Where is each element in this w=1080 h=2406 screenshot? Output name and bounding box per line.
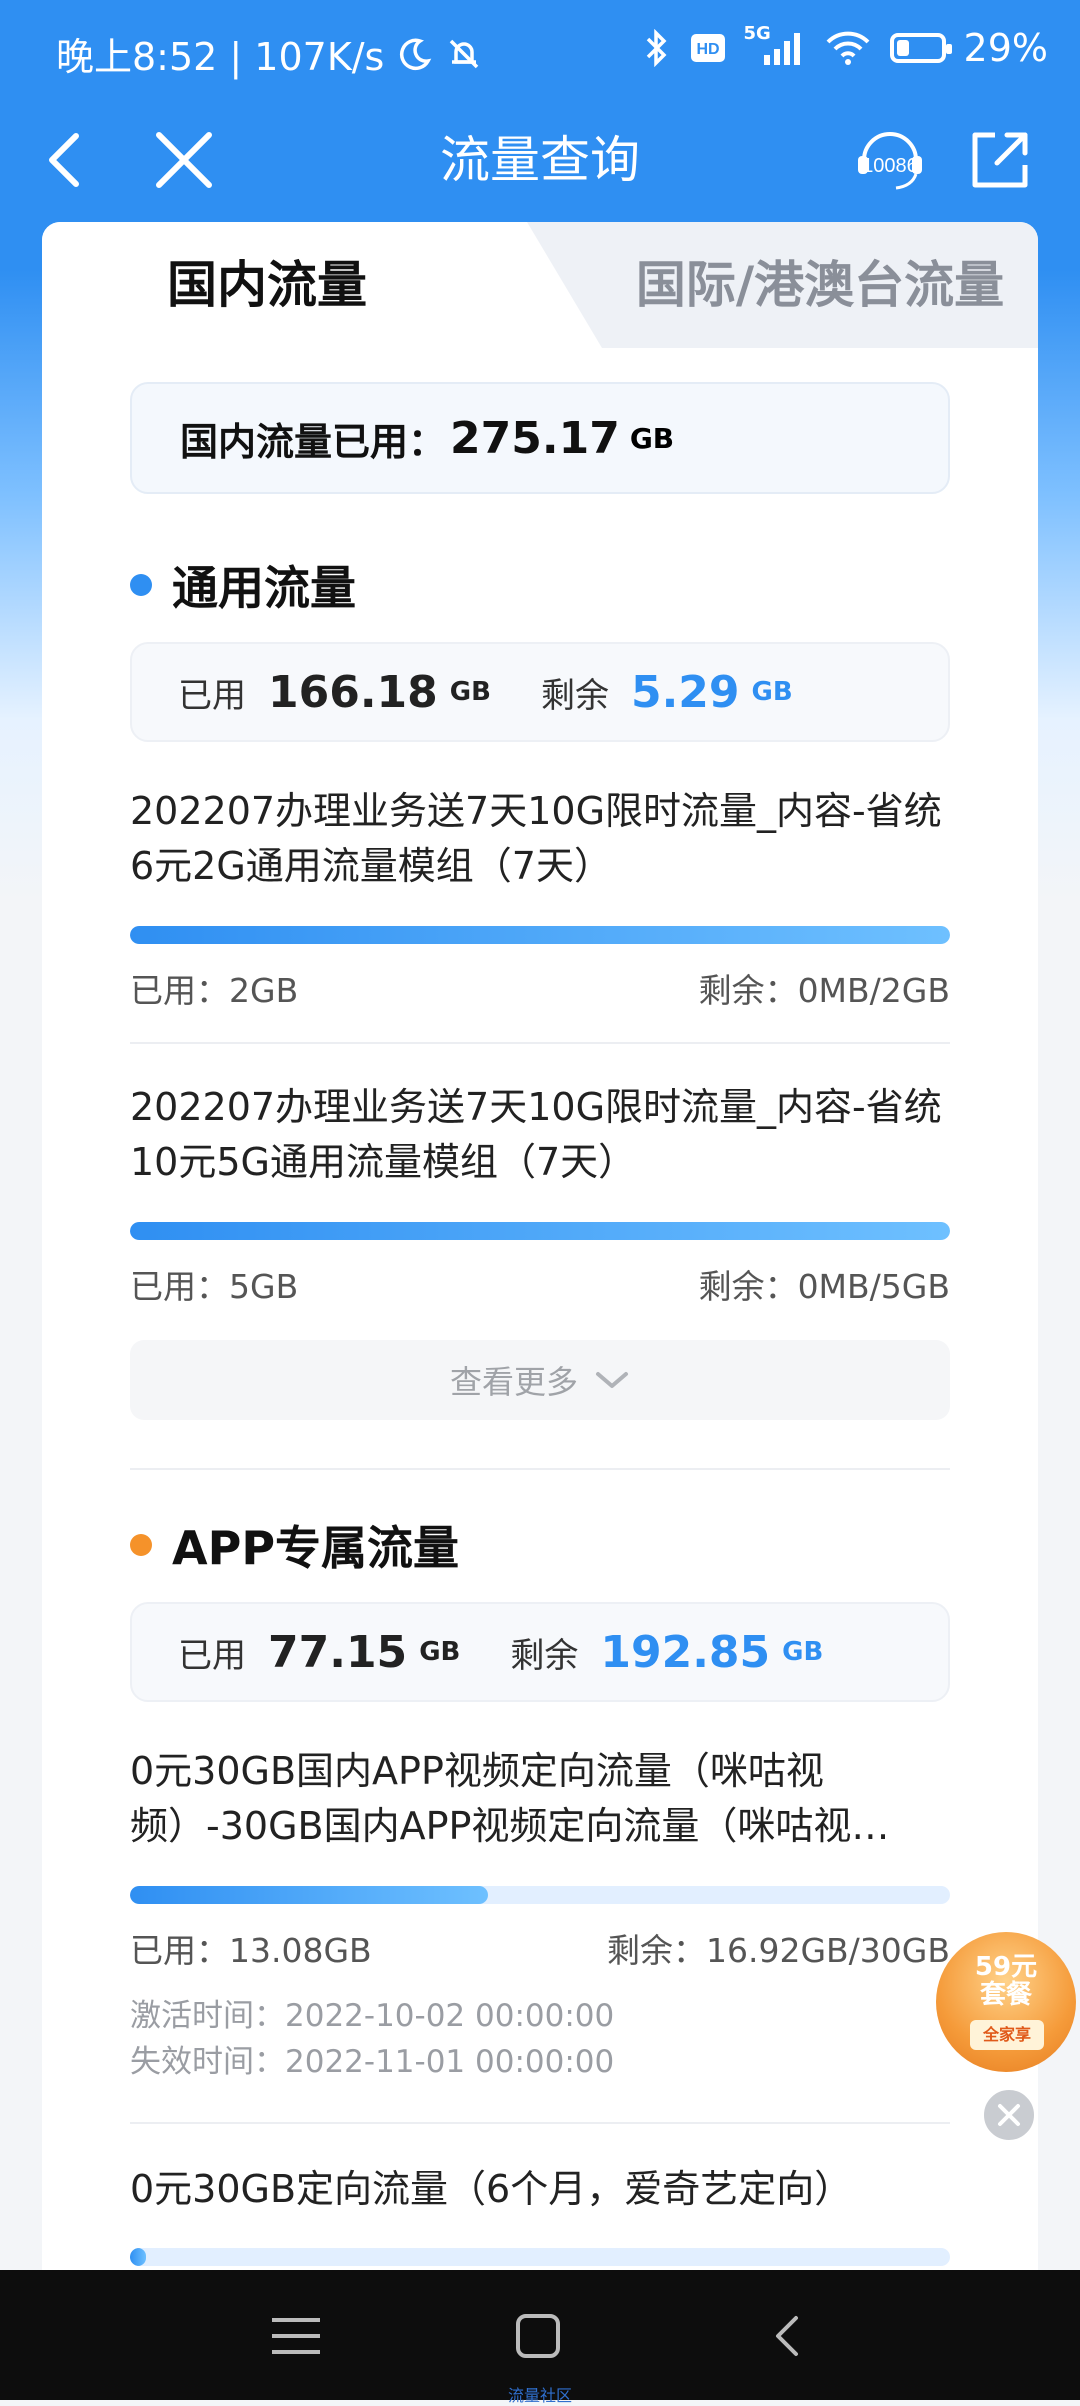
content-card: 国内流量 国际/港澳台流量 国内流量已用： 275.17 GB 通用流量 已用 … [42, 222, 1038, 2272]
general-remain-unit: GB [751, 677, 793, 707]
home-icon[interactable] [510, 2308, 566, 2364]
wifi-icon [826, 31, 869, 65]
app-section-title: APP专属流量 [172, 1521, 460, 1575]
package-name: 0元30GB国内APP视频定向流量（咪咕视频）-30GB国内APP视频定向流量（… [130, 1749, 890, 1848]
general-used-label: 已用 [178, 675, 246, 716]
system-nav-bar: 流量社区 [0, 2270, 1080, 2405]
package-used: 已用：13.08GB [130, 1931, 372, 1970]
progress-fill [130, 1886, 488, 1904]
orange-dot-icon [130, 1534, 152, 1556]
battery-percent: 29% [963, 26, 1048, 70]
package-name: 202207办理业务送7天10G限时流量_内容-省统10元5G通用流量模组（7天… [130, 1085, 942, 1184]
general-used-unit: GB [449, 677, 491, 707]
app-remain-unit: GB [782, 1637, 824, 1667]
package-name: 202207办理业务送7天10G限时流量_内容-省统6元2G通用流量模组（7天） [130, 789, 942, 888]
service-number: 10086 [862, 155, 918, 177]
general-summary-box: 已用 166.18 GB 剩余 5.29 GB [130, 642, 950, 742]
watermark: 流量社区 [507, 2386, 572, 2405]
package-progress [130, 1222, 950, 1240]
share-icon [972, 132, 1028, 188]
total-usage-label: 国内流量已用： [180, 419, 447, 464]
app-used-label: 已用 [178, 1635, 246, 1676]
chevron-down-icon [596, 1372, 628, 1388]
app-remain-label: 剩余 [510, 1635, 579, 1676]
general-section-title: 通用流量 [172, 561, 356, 615]
share-button[interactable] [960, 120, 1040, 200]
general-remain-value: 5.29 [630, 666, 740, 718]
general-used-value: 166.18 [268, 666, 438, 718]
app-used-unit: GB [419, 1637, 461, 1667]
promo-badge-circle: 59元 套餐 全家享 [936, 1932, 1076, 2072]
blue-dot-icon [130, 574, 152, 596]
signal-icon: 5G [744, 23, 806, 67]
package-remain: 剩余：16.92GB/30GB [606, 1931, 950, 1970]
progress-fill [130, 926, 950, 944]
mute-bell-icon [450, 39, 479, 68]
general-section-header: 通用流量 [130, 552, 356, 618]
battery-icon [889, 33, 952, 63]
headset-icon: 10086 [858, 132, 922, 190]
promo-tag: 全家享 [970, 2020, 1044, 2050]
package-remain: 剩余：0MB/2GB [698, 971, 950, 1010]
progress-fill [130, 2248, 147, 2266]
status-bar: 晚上8:52 | 107K/s HD 5G 29% [0, 0, 1080, 100]
back-icon[interactable] [762, 2310, 814, 2362]
promo-close-button[interactable] [980, 2086, 1038, 2144]
promo-label: 套餐 [979, 1980, 1032, 2010]
package-name: 0元30GB定向流量（6个月，爱奇艺定向） [130, 2167, 853, 2211]
package-used: 已用：2GB [130, 971, 299, 1010]
bluetooth-icon [646, 29, 667, 67]
tab-domestic[interactable]: 国内流量 [42, 222, 492, 348]
tab-bar: 国内流量 国际/港澳台流量 [42, 222, 1038, 348]
app-section-header: APP专属流量 [130, 1512, 459, 1578]
section-divider [130, 1468, 950, 1470]
tab-international[interactable]: 国际/港澳台流量 [602, 222, 1038, 348]
general-remain-label: 剩余 [540, 675, 609, 716]
app-used-value: 77.15 [268, 1626, 408, 1678]
app-summary-box: 已用 77.15 GB 剩余 192.85 GB [130, 1602, 950, 1702]
divider [130, 2122, 950, 2124]
package-progress [130, 1886, 950, 1904]
total-usage-box: 国内流量已用： 275.17 GB [130, 382, 950, 494]
expire-time: 失效时间：2022-11-01 00:00:00 [130, 2044, 615, 2080]
close-icon [998, 2104, 1020, 2126]
package-remain: 剩余：0MB/5GB [698, 1267, 950, 1306]
divider [130, 1042, 950, 1044]
total-usage-unit: GB [629, 421, 675, 455]
total-usage-value: 275.17 [450, 412, 620, 464]
customer-service-button[interactable]: 10086 [840, 120, 940, 200]
app-remain-value: 192.85 [600, 1626, 771, 1678]
nav-bar: 流量查询 10086 [0, 100, 1080, 210]
hd-icon: HD [690, 34, 725, 62]
progress-fill [130, 1222, 950, 1240]
package-progress [130, 926, 950, 944]
view-more-button[interactable]: 查看更多 [130, 1340, 950, 1420]
view-more-label: 查看更多 [449, 1363, 578, 1401]
svg-text:HD: HD [696, 41, 719, 58]
status-time-speed: 晚上8:52 | 107K/s [56, 35, 385, 79]
package-progress [130, 2248, 950, 2266]
menu-icon[interactable] [264, 2310, 328, 2362]
package-used: 已用：5GB [130, 1267, 299, 1306]
activate-time: 激活时间：2022-10-02 00:00:00 [130, 1998, 615, 2034]
promo-float[interactable]: 59元 套餐 全家享 [936, 1932, 1080, 2078]
moon-icon [400, 38, 432, 70]
